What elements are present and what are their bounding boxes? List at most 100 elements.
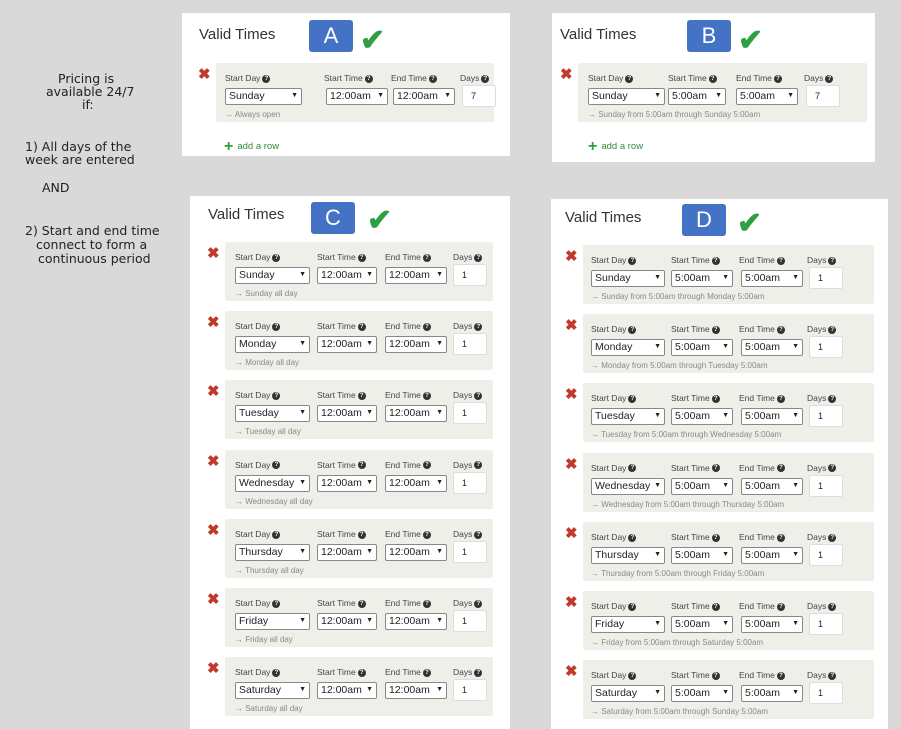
start-day-select[interactable]: Friday ▼ (235, 613, 310, 630)
help-icon[interactable]: ? (776, 325, 785, 334)
help-icon[interactable]: ? (272, 530, 281, 539)
help-icon[interactable]: ? (776, 533, 785, 542)
start-day-select[interactable]: Monday ▼ (591, 339, 665, 357)
days-input[interactable]: 1 (809, 474, 843, 497)
delete-row-icon[interactable]: ✖ (207, 313, 220, 331)
start-day-select[interactable]: Wednesday ▼ (235, 474, 310, 492)
help-icon[interactable]: ? (711, 325, 720, 334)
help-icon[interactable]: ? (711, 395, 720, 404)
end-time-select[interactable]: 5:00am ▼ (741, 408, 803, 426)
delete-row-icon[interactable]: ✖ (565, 385, 578, 403)
help-icon[interactable]: ? (828, 256, 837, 265)
start-time-select[interactable]: 12:00am ▼ (326, 88, 388, 105)
help-icon[interactable]: ? (776, 671, 785, 680)
help-icon[interactable]: ? (628, 464, 637, 473)
start-day-select[interactable]: Saturday ▼ (591, 685, 665, 703)
end-time-select[interactable]: 5:00am ▼ (736, 88, 798, 105)
days-input[interactable]: 7 (462, 85, 496, 107)
delete-row-icon[interactable]: ✖ (560, 65, 573, 83)
delete-row-icon[interactable]: ✖ (565, 316, 578, 334)
help-icon[interactable]: ? (628, 533, 637, 542)
start-time-select[interactable]: 12:00am ▼ (317, 543, 377, 561)
end-time-select[interactable]: 12:00am ▼ (393, 88, 455, 105)
help-icon[interactable]: ? (272, 461, 281, 470)
days-input[interactable]: 1 (809, 682, 843, 705)
start-time-select[interactable]: 12:00am ▼ (317, 267, 377, 284)
help-icon[interactable]: ? (828, 602, 837, 611)
help-icon[interactable]: ? (272, 599, 281, 608)
delete-row-icon[interactable]: ✖ (207, 521, 220, 539)
help-icon[interactable]: ? (357, 392, 366, 401)
start-time-select[interactable]: 5:00am ▼ (671, 339, 733, 357)
help-icon[interactable]: ? (474, 392, 483, 401)
help-icon[interactable]: ? (474, 530, 483, 539)
start-day-select[interactable]: Wednesday ▼ (591, 477, 665, 495)
start-day-select[interactable]: Sunday ▼ (591, 270, 665, 287)
help-icon[interactable]: ? (828, 464, 837, 473)
add-row-link[interactable]: + add a row (588, 138, 643, 156)
end-time-select[interactable]: 5:00am ▼ (741, 685, 803, 703)
delete-row-icon[interactable]: ✖ (207, 244, 220, 262)
start-day-select[interactable]: Tuesday ▼ (591, 408, 665, 426)
delete-row-icon[interactable]: ✖ (207, 452, 220, 470)
delete-row-icon[interactable]: ✖ (207, 590, 220, 608)
delete-row-icon[interactable]: ✖ (565, 247, 578, 265)
start-day-select[interactable]: Friday ▼ (591, 616, 665, 633)
start-day-select[interactable]: Thursday ▼ (591, 546, 665, 564)
days-input[interactable]: 1 (453, 264, 487, 286)
end-time-select[interactable]: 12:00am ▼ (385, 336, 447, 354)
help-icon[interactable]: ? (272, 322, 281, 331)
start-day-select[interactable]: Saturday ▼ (235, 682, 310, 700)
help-icon[interactable]: ? (628, 671, 637, 680)
end-time-select[interactable]: 5:00am ▼ (741, 477, 803, 495)
help-icon[interactable]: ? (422, 461, 431, 470)
end-time-select[interactable]: 5:00am ▼ (741, 339, 803, 357)
delete-row-icon[interactable]: ✖ (207, 382, 220, 400)
help-icon[interactable]: ? (262, 74, 271, 83)
days-input[interactable]: 1 (809, 267, 843, 289)
end-time-select[interactable]: 12:00am ▼ (385, 405, 447, 423)
help-icon[interactable]: ? (474, 461, 483, 470)
days-input[interactable]: 1 (809, 543, 843, 566)
start-time-select[interactable]: 5:00am ▼ (671, 408, 733, 426)
help-icon[interactable]: ? (364, 74, 373, 83)
start-day-select[interactable]: Thursday ▼ (235, 543, 310, 561)
days-input[interactable]: 1 (453, 402, 487, 425)
days-input[interactable]: 1 (809, 613, 843, 635)
help-icon[interactable]: ? (474, 668, 483, 677)
help-icon[interactable]: ? (357, 461, 366, 470)
help-icon[interactable]: ? (474, 253, 483, 262)
days-input[interactable]: 1 (453, 540, 487, 563)
start-time-select[interactable]: 12:00am ▼ (317, 336, 377, 354)
help-icon[interactable]: ? (773, 74, 782, 83)
help-icon[interactable]: ? (828, 671, 837, 680)
help-icon[interactable]: ? (825, 74, 834, 83)
help-icon[interactable]: ? (625, 74, 634, 83)
help-icon[interactable]: ? (776, 464, 785, 473)
delete-row-icon[interactable]: ✖ (565, 593, 578, 611)
start-time-select[interactable]: 5:00am ▼ (668, 88, 726, 105)
start-time-select[interactable]: 12:00am ▼ (317, 474, 377, 492)
delete-row-icon[interactable]: ✖ (565, 662, 578, 680)
help-icon[interactable]: ? (776, 395, 785, 404)
help-icon[interactable]: ? (272, 253, 281, 262)
help-icon[interactable]: ? (708, 74, 717, 83)
help-icon[interactable]: ? (357, 599, 366, 608)
help-icon[interactable]: ? (776, 602, 785, 611)
end-time-select[interactable]: 5:00am ▼ (741, 616, 803, 633)
help-icon[interactable]: ? (357, 668, 366, 677)
help-icon[interactable]: ? (628, 395, 637, 404)
days-input[interactable]: 1 (453, 333, 487, 356)
start-time-select[interactable]: 5:00am ▼ (671, 270, 733, 287)
help-icon[interactable]: ? (357, 322, 366, 331)
end-time-select[interactable]: 12:00am ▼ (385, 682, 447, 700)
help-icon[interactable]: ? (422, 253, 431, 262)
days-input[interactable]: 1 (453, 679, 487, 702)
days-input[interactable]: 7 (806, 85, 840, 107)
help-icon[interactable]: ? (481, 74, 490, 83)
help-icon[interactable]: ? (711, 256, 720, 265)
help-icon[interactable]: ? (628, 602, 637, 611)
days-input[interactable]: 1 (453, 610, 487, 632)
add-row-link[interactable]: + add a row (224, 138, 279, 156)
help-icon[interactable]: ? (711, 602, 720, 611)
